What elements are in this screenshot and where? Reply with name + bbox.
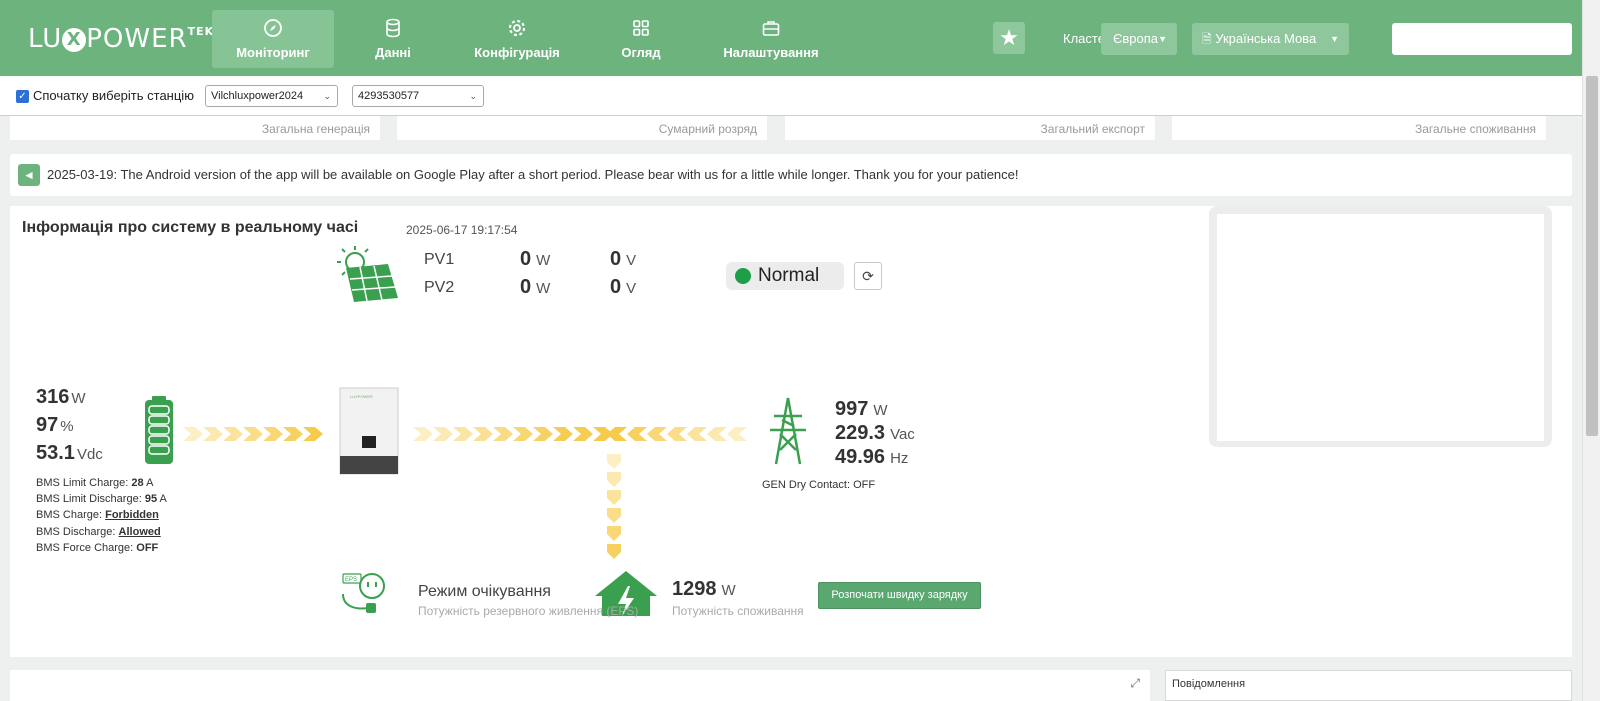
consumption-flow-arrows [607,454,621,559]
eps-plug-icon: EPS [342,573,385,613]
caret-down-icon: ▼ [1158,34,1167,44]
battery-flow-arrows [183,427,323,441]
grid-icon [580,18,702,40]
status-badge: Normal [726,262,844,290]
nav-settings[interactable]: Налаштування [710,10,832,68]
station-first-label: Спочатку виберіть станцію [33,88,194,103]
summary-total-discharge: Сумарний розряд [397,116,767,140]
pv1-power: 0W [520,248,551,270]
nav-monitoring[interactable]: Моніторинг [212,10,334,68]
messages-panel: Повідомлення [1165,670,1572,701]
side-widget-card [1209,206,1552,447]
station-first-checkbox[interactable]: ✓ [16,90,29,103]
cluster-dropdown[interactable]: Європа ▼ [1101,23,1177,55]
station-selection-bar: ✓ Спочатку виберіть станцію Vilchluxpowe… [0,76,1582,116]
consumption-power: 1298 W [672,578,736,600]
power-tower-icon [770,397,806,465]
inverter-icon: LUXPOWER [339,387,399,475]
pv2-power: 0W [520,276,551,298]
svg-text:LUXPOWER: LUXPOWER [350,394,373,399]
nav-label: Конфігурація [474,45,560,60]
side-widget-content [1217,214,1544,441]
nav-label: Налаштування [723,45,819,60]
grid-flow-arrows [413,427,747,441]
grid-voltage: 229.3 Vac [835,422,915,444]
summary-total-consumption: Загальне споживання [1172,116,1546,140]
luxpower-logo[interactable]: LU X POWERTEK [28,24,214,54]
serial-select[interactable]: 4293530577 ⌄ [352,85,484,107]
bms-discharge: BMS Discharge: Allowed [36,526,161,538]
page-scrollbar[interactable] [1582,0,1600,701]
nav-label: Данні [375,45,411,60]
battery-voltage: 53.1 Vdc [36,442,103,464]
star-icon: ★ [999,25,1019,50]
consumption-label: Потужність споживання [672,604,804,618]
messages-label: Повідомлення [1172,678,1246,690]
expand-icon[interactable]: ⤢ [1130,676,1140,691]
status-dot-icon [735,268,751,284]
svg-text:EPS: EPS [345,577,357,583]
pv1-voltage: 0V [610,248,637,270]
battery-power: 316 W [36,386,86,408]
nav-data[interactable]: Данні [332,10,454,68]
refresh-icon: ⟳ [862,268,874,284]
summary-total-export: Загальний експорт [785,116,1155,140]
announcement-text: 2025-03-19: The Android version of the a… [47,167,1019,182]
pv2-label: PV2 [424,279,455,296]
nav-label: Моніторинг [236,45,310,60]
refresh-button[interactable]: ⟳ [854,262,882,290]
solar-panel-icon [337,246,398,302]
translate-icon: 🗎 [1202,32,1212,46]
bottom-panel: ⤢ [10,670,1150,701]
nav-overview[interactable]: Огляд [580,10,702,68]
battery-soc: 97% [36,414,74,436]
language-dropdown[interactable]: 🗎 Українська Мова ▼ [1192,23,1349,55]
database-icon [332,18,454,40]
battery-icon [145,396,173,464]
eps-power-label: Потужність резервного живлення (EPS) [418,604,639,618]
station-select[interactable]: Vilchluxpower2024 ⌄ [205,85,338,107]
scrollbar-thumb[interactable] [1586,76,1598,436]
briefcase-icon [710,18,832,40]
grid-frequency: 49.96 Hz [835,446,909,468]
megaphone-icon: ◄ [18,164,40,186]
realtime-system-panel: Інформація про систему в реальному часі … [10,206,1572,657]
gen-dry-contact: GEN Dry Contact: OFF [762,479,876,491]
quick-charge-button[interactable]: Розпочати швидку зарядку [818,582,981,609]
compass-icon [212,18,334,40]
bms-charge: BMS Charge: Forbidden [36,509,159,521]
pv1-label: PV1 [424,251,455,268]
eps-mode: Режим очікування [418,583,551,600]
announcement-banner: ◄ 2025-03-19: The Android version of the… [10,154,1572,196]
top-navigation-bar: LU X POWERTEK Моніторинг Данні Конфігураці… [0,0,1582,76]
grid-power: 997 W [835,398,888,420]
caret-down-icon: ▼ [1330,34,1339,44]
pv2-voltage: 0V [610,276,637,298]
chevron-down-icon: ⌄ [323,91,331,101]
nav-label: Огляд [621,45,661,60]
bms-force-charge: BMS Force Charge: OFF [36,542,159,554]
nav-configuration[interactable]: Конфігурація [456,10,578,68]
favorite-button[interactable]: ★ [993,22,1025,54]
bms-limit-charge: BMS Limit Charge: 28 A [36,477,154,489]
user-account-menu[interactable] [1392,23,1572,55]
chevron-down-icon: ⌄ [469,91,477,101]
summary-total-generation: Загальна генерація [10,116,380,140]
bms-limit-discharge: BMS Limit Discharge: 95 A [36,493,167,505]
gear-icon [456,18,578,40]
